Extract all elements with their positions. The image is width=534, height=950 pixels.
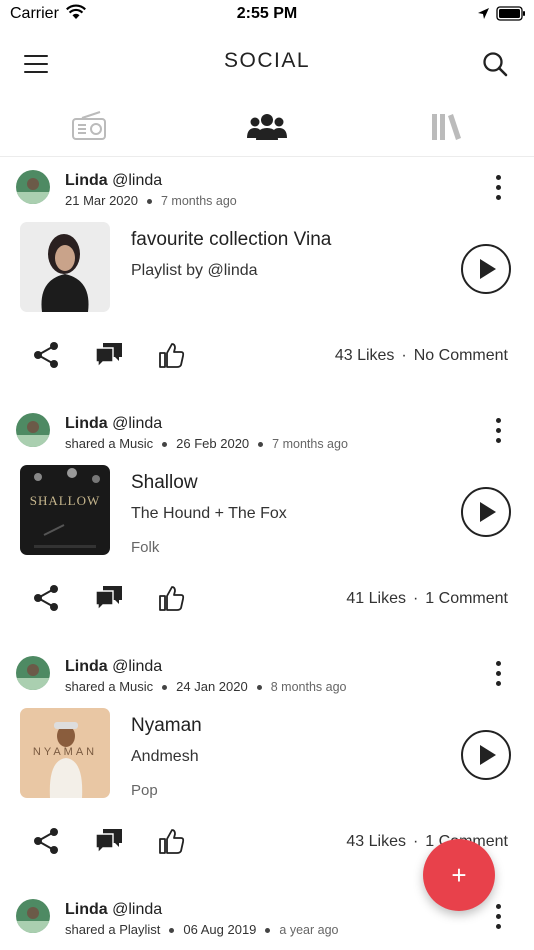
comment-icon[interactable] xyxy=(94,583,124,613)
author-handle: @linda xyxy=(112,415,163,432)
post-ago: a year ago xyxy=(279,923,339,937)
post-stats: 41 Likes · 1 Comment xyxy=(346,590,508,607)
battery-icon xyxy=(496,6,525,21)
post-date: 21 Mar 2020 xyxy=(65,193,138,208)
more-options-icon[interactable] xyxy=(488,170,510,204)
post-action: shared a Playlist xyxy=(65,922,161,937)
likes-count[interactable]: 41 Likes xyxy=(346,590,406,607)
avatar[interactable] xyxy=(16,899,50,933)
post-ago: 8 months ago xyxy=(270,680,347,694)
album-cover[interactable]: SHALLOW xyxy=(20,465,110,555)
tab-bar xyxy=(0,104,534,157)
play-icon[interactable] xyxy=(461,730,511,780)
radio-icon xyxy=(72,111,106,140)
like-icon[interactable] xyxy=(156,583,186,613)
author-handle: @linda xyxy=(112,901,163,918)
avatar[interactable] xyxy=(16,170,50,204)
feed-post: Linda @linda shared a Music 26 Feb 2020 7 … xyxy=(0,401,534,644)
post-actions: 41 Likes · 1 Comment xyxy=(0,577,534,617)
clock: 2:55 PM xyxy=(236,5,298,22)
cover-title-text: NYAMAN xyxy=(33,746,97,758)
author-handle: @linda xyxy=(112,658,163,675)
post-author[interactable]: Linda @linda xyxy=(65,172,162,190)
post-date: 26 Feb 2020 xyxy=(176,436,250,451)
post-meta: shared a Playlist 06 Aug 2019 a year ago xyxy=(65,922,339,937)
track-genre: Folk xyxy=(131,539,160,556)
track-title[interactable]: Shallow xyxy=(131,472,198,494)
comments-count[interactable]: 1 Comment xyxy=(425,590,508,607)
likes-count[interactable]: 43 Likes xyxy=(335,347,395,364)
post-meta: shared a Music 24 Jan 2020 8 months ago xyxy=(65,679,346,694)
comment-icon[interactable] xyxy=(94,826,124,856)
more-options-icon[interactable] xyxy=(488,413,510,447)
add-post-button[interactable]: + xyxy=(423,839,495,911)
like-icon[interactable] xyxy=(156,340,186,370)
track-artist[interactable]: Andmesh xyxy=(131,748,199,766)
post-date: 24 Jan 2020 xyxy=(176,679,248,694)
page-title: SOCIAL xyxy=(223,49,311,72)
library-icon xyxy=(432,114,461,140)
share-icon[interactable] xyxy=(32,340,62,370)
author-handle: @linda xyxy=(112,172,163,189)
tab-social[interactable] xyxy=(245,110,289,144)
post-author[interactable]: Linda @linda xyxy=(65,658,162,676)
more-options-icon[interactable] xyxy=(488,656,510,690)
post-action: shared a Music xyxy=(65,679,154,694)
feed-post: Linda @linda 21 Mar 2020 7 months ago fav… xyxy=(0,158,534,401)
post-author[interactable]: Linda @linda xyxy=(65,415,162,433)
author-name: Linda xyxy=(65,415,108,432)
cover-title-text: SHALLOW xyxy=(30,493,101,508)
tab-radio[interactable] xyxy=(68,110,112,144)
comments-count[interactable]: No Comment xyxy=(414,347,508,364)
play-icon[interactable] xyxy=(461,487,511,537)
track-artist[interactable]: The Hound + The Fox xyxy=(131,505,287,523)
playlist-owner: Playlist by @linda xyxy=(131,262,258,279)
post-meta: 21 Mar 2020 7 months ago xyxy=(65,193,237,208)
play-icon[interactable] xyxy=(461,244,511,294)
playlist-title[interactable]: favourite collection Vina xyxy=(131,229,331,251)
author-name: Linda xyxy=(65,172,108,189)
tab-library[interactable] xyxy=(424,110,468,144)
author-name: Linda xyxy=(65,901,108,918)
post-author[interactable]: Linda @linda xyxy=(65,901,162,919)
post-date: 06 Aug 2019 xyxy=(183,922,257,937)
post-stats: 43 Likes · No Comment xyxy=(334,347,508,364)
author-name: Linda xyxy=(65,658,108,675)
status-bar: Carrier 2:55 PM xyxy=(0,0,534,28)
search-icon[interactable] xyxy=(480,50,510,80)
comment-icon[interactable] xyxy=(94,340,124,370)
share-icon[interactable] xyxy=(32,826,62,856)
likes-count[interactable]: 43 Likes xyxy=(346,833,406,850)
avatar[interactable] xyxy=(16,413,50,447)
users-icon xyxy=(247,114,287,140)
post-meta: shared a Music 26 Feb 2020 7 months ago xyxy=(65,436,348,451)
avatar[interactable] xyxy=(16,656,50,690)
location-arrow-icon xyxy=(478,8,489,19)
post-ago: 7 months ago xyxy=(161,194,237,208)
like-icon[interactable] xyxy=(156,826,186,856)
album-cover[interactable]: NYAMAN xyxy=(20,708,110,798)
more-options-icon[interactable] xyxy=(488,899,510,933)
track-title[interactable]: Nyaman xyxy=(131,715,202,737)
share-icon[interactable] xyxy=(32,583,62,613)
post-ago: 7 months ago xyxy=(272,437,348,451)
post-actions: 43 Likes · No Comment xyxy=(0,334,534,374)
app-header: SOCIAL xyxy=(0,38,534,88)
track-genre: Pop xyxy=(131,782,158,799)
post-action: shared a Music xyxy=(65,436,154,451)
playlist-cover[interactable] xyxy=(20,222,110,312)
